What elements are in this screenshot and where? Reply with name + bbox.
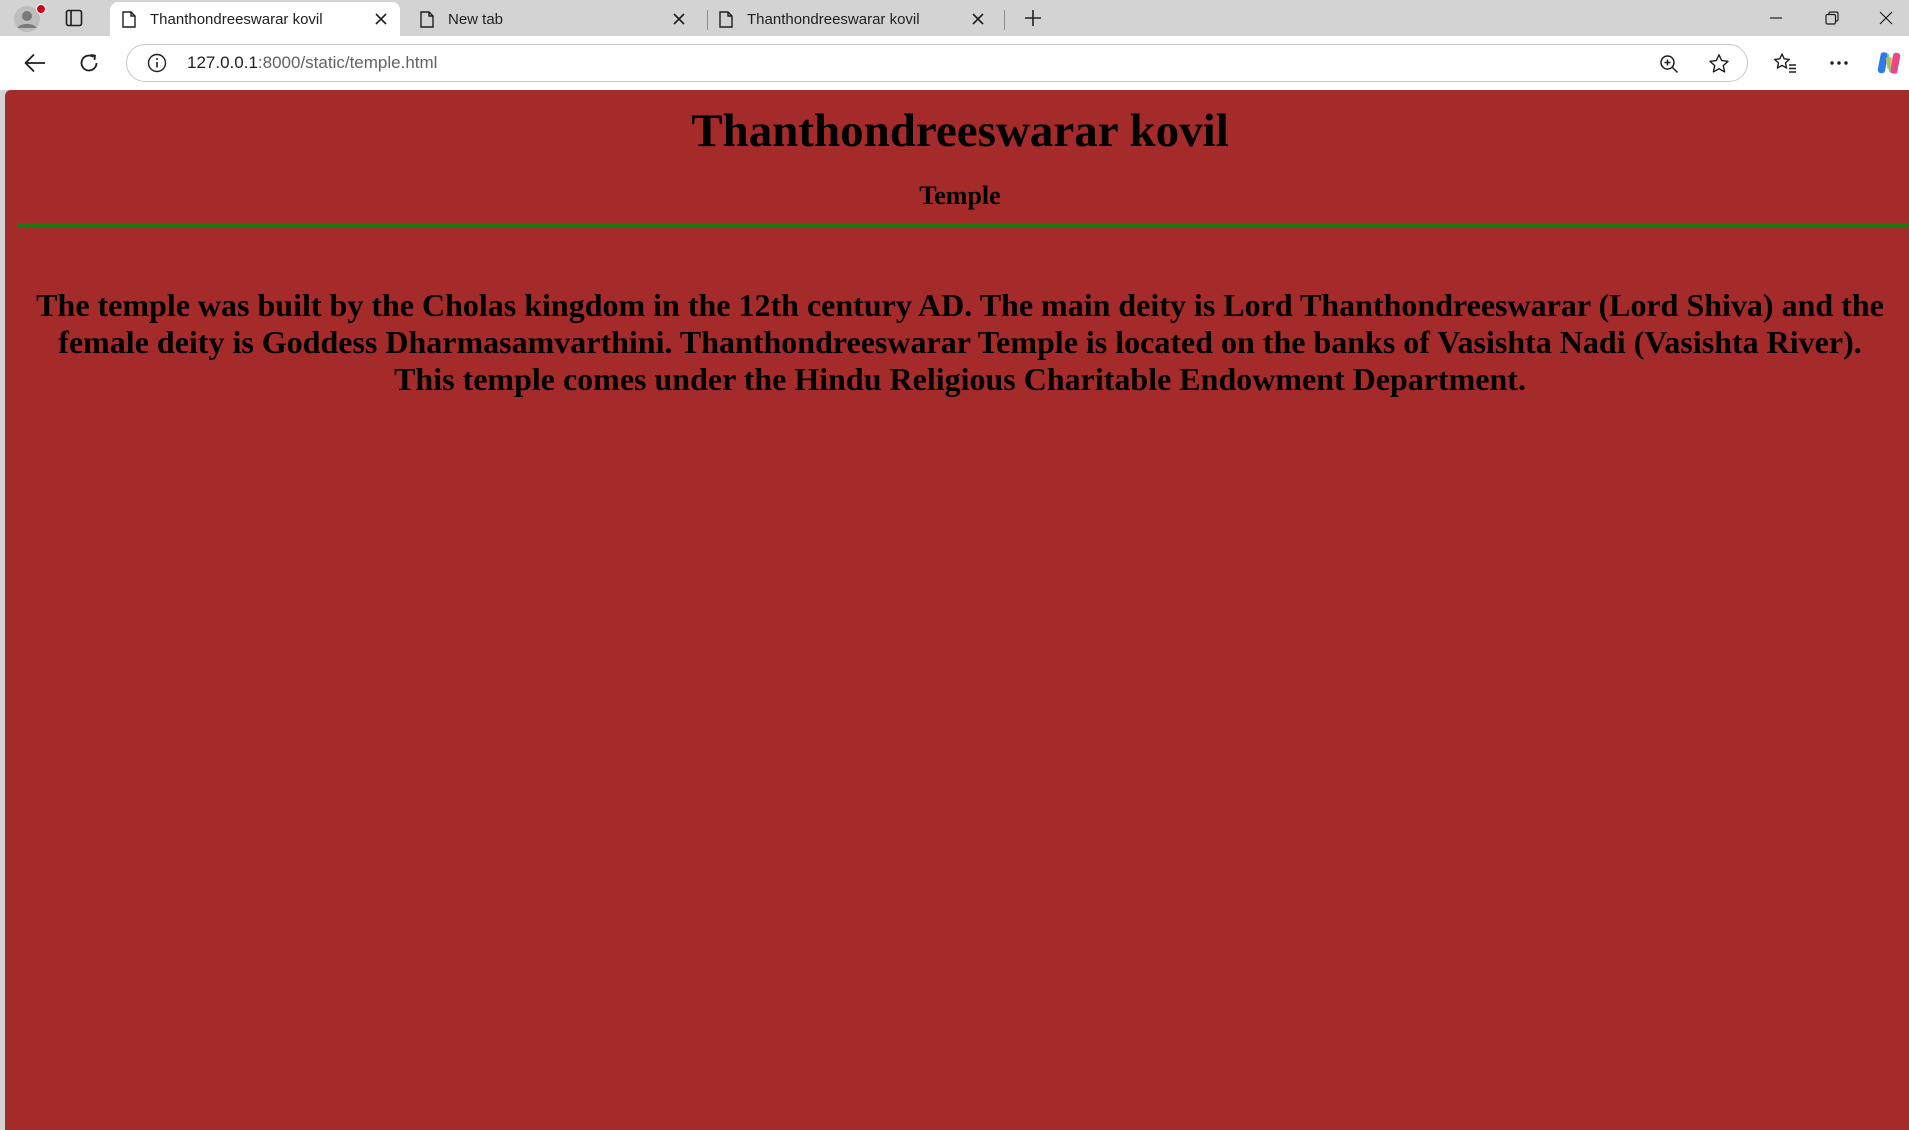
tab-title: New tab bbox=[448, 10, 504, 28]
page-viewport: Thanthondreeswarar kovil Temple The temp… bbox=[5, 90, 1909, 1130]
star-icon[interactable] bbox=[1707, 52, 1731, 76]
new-tab-button[interactable] bbox=[1018, 4, 1048, 32]
close-icon[interactable] bbox=[668, 8, 690, 30]
tab-title: Thanthondreeswarar kovil bbox=[747, 10, 920, 28]
copilot-button[interactable] bbox=[1872, 47, 1906, 79]
plus-icon bbox=[1025, 10, 1041, 26]
url-path: :8000/static/temple.html bbox=[257, 53, 438, 72]
tab-title: Thanthondreeswarar kovil bbox=[150, 10, 323, 28]
tab-strip: Thanthondreeswarar kovil New tab Thantho… bbox=[0, 0, 1909, 36]
address-bar[interactable]: 127.0.0.1:8000/static/temple.html bbox=[126, 44, 1748, 82]
reload-button[interactable] bbox=[72, 47, 106, 79]
favorites-icon bbox=[1773, 53, 1796, 73]
zoom-in-icon[interactable] bbox=[1657, 52, 1681, 76]
page-icon bbox=[420, 10, 436, 28]
minimize-icon bbox=[1770, 17, 1782, 19]
url-host: 127.0.0.1 bbox=[187, 53, 258, 72]
page-icon bbox=[719, 10, 735, 28]
tab-3[interactable]: Thanthondreeswarar kovil bbox=[707, 2, 997, 36]
tab-separator bbox=[1004, 10, 1005, 30]
tab-actions-button[interactable] bbox=[60, 6, 88, 30]
minimize-button[interactable] bbox=[1753, 0, 1799, 36]
close-icon bbox=[1879, 11, 1893, 25]
back-button[interactable] bbox=[18, 47, 52, 79]
tab-actions-icon bbox=[65, 9, 83, 27]
page-heading: Thanthondreeswarar kovil bbox=[691, 105, 1229, 157]
close-icon[interactable] bbox=[967, 8, 989, 30]
close-icon[interactable] bbox=[370, 8, 392, 30]
reload-icon bbox=[80, 54, 98, 72]
restore-icon bbox=[1825, 11, 1839, 25]
url-text[interactable]: 127.0.0.1:8000/static/temple.html bbox=[187, 53, 437, 73]
tab-2[interactable]: New tab bbox=[408, 2, 698, 36]
notification-dot bbox=[36, 4, 46, 14]
temple-description: The temple was built by the Cholas kingd… bbox=[36, 287, 1884, 397]
browser-toolbar: 127.0.0.1:8000/static/temple.html bbox=[0, 36, 1909, 90]
page-subheading: Temple bbox=[919, 181, 1001, 210]
horizontal-rule bbox=[17, 223, 1909, 227]
more-icon bbox=[1830, 61, 1848, 65]
window-close-button[interactable] bbox=[1863, 0, 1909, 36]
back-arrow-icon bbox=[24, 53, 45, 73]
settings-menu-button[interactable] bbox=[1822, 47, 1856, 79]
tab-1[interactable]: Thanthondreeswarar kovil bbox=[110, 2, 400, 36]
restore-button[interactable] bbox=[1809, 0, 1855, 36]
page-icon bbox=[122, 10, 138, 28]
info-icon[interactable] bbox=[147, 53, 167, 73]
copilot-icon bbox=[1877, 52, 1901, 74]
favorites-button[interactable] bbox=[1768, 47, 1802, 79]
